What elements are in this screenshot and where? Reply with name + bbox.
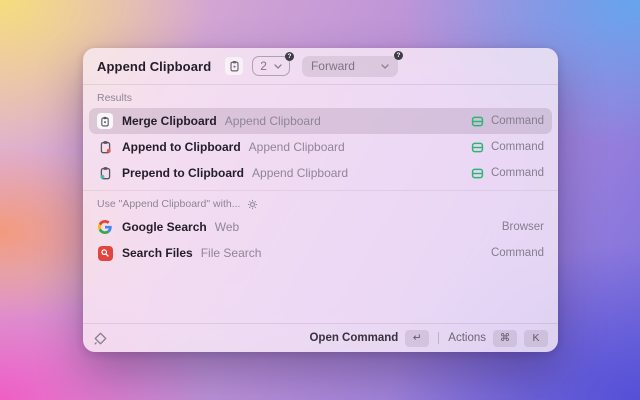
list-item-accessory-text: Command xyxy=(490,247,544,259)
count-dropdown-value: 2 xyxy=(260,59,267,73)
list-item-title: Prepend to Clipboard xyxy=(122,166,245,180)
list-item-accessory-text: Command xyxy=(490,167,544,179)
list-item-title: Search Files xyxy=(122,246,193,260)
desktop-background: Append Clipboard 2 ? Forward ? Results M… xyxy=(0,0,640,400)
command-type-icon xyxy=(471,142,484,152)
help-badge: ? xyxy=(284,52,294,61)
command-type-icon xyxy=(471,116,484,126)
open-command-button[interactable]: Open Command xyxy=(309,332,398,344)
list-item-accessories: Command xyxy=(491,247,544,259)
use-with-section-label-text: Use "Append Clipboard" with... xyxy=(97,198,241,210)
command-keycap: ⌘ xyxy=(493,329,517,347)
command-icon-box xyxy=(225,57,244,75)
list-item-accessories: Command xyxy=(471,115,544,128)
command-title: Append Clipboard xyxy=(97,58,212,74)
list-item-title: Merge Clipboard xyxy=(122,114,217,128)
list-item-accessories: Command xyxy=(471,167,544,180)
list-item-accessory-text: Browser xyxy=(501,221,544,233)
results-section-label: Results xyxy=(83,85,558,108)
clipboard-append-icon xyxy=(97,139,113,155)
list-item-accessory-text: Command xyxy=(490,141,544,153)
count-dropdown[interactable]: 2 ? xyxy=(252,52,294,76)
clipboard-box-icon xyxy=(97,113,113,129)
gear-icon[interactable] xyxy=(247,199,258,210)
chevron-down-icon xyxy=(274,63,282,69)
return-keycap: ↵ xyxy=(405,329,430,347)
direction-dropdown-value: Forward xyxy=(310,59,355,73)
results-list: Merge Clipboard Append Clipboard Command… xyxy=(83,108,558,186)
list-item-subtitle: Append Clipboard xyxy=(252,166,349,180)
list-item-subtitle: Append Clipboard xyxy=(248,140,345,154)
list-item-accessories: Browser xyxy=(502,221,544,233)
k-keycap: K xyxy=(524,329,548,347)
use-with-section-label: Use "Append Clipboard" with... xyxy=(83,191,558,214)
list-item-search-files[interactable]: Search Files File Search Command xyxy=(89,240,552,266)
actions-button[interactable]: Actions xyxy=(448,332,486,344)
results-section-label-text: Results xyxy=(97,92,133,104)
raycast-logo-icon xyxy=(94,332,107,345)
list-item-subtitle: File Search xyxy=(200,246,262,260)
list-item-title: Append to Clipboard xyxy=(122,140,241,154)
help-badge: ? xyxy=(393,50,403,60)
command-type-icon xyxy=(471,168,484,178)
list-item-prepend-to-clipboard[interactable]: Prepend to Clipboard Append Clipboard Co… xyxy=(89,160,552,186)
action-bar-right: Open Command ↵ Actions ⌘ K xyxy=(309,329,548,347)
list-item-google-search[interactable]: Google Search Web Browser xyxy=(89,214,552,240)
list-item-merge-clipboard[interactable]: Merge Clipboard Append Clipboard Command xyxy=(89,108,552,134)
use-with-list: Google Search Web Browser Search Files F… xyxy=(83,214,558,266)
file-search-icon xyxy=(97,245,113,261)
list-item-title: Google Search xyxy=(122,220,207,234)
list-item-subtitle: Append Clipboard xyxy=(224,114,321,128)
action-bar: Open Command ↵ Actions ⌘ K xyxy=(83,323,558,352)
chevron-down-icon xyxy=(381,63,389,69)
launcher-window: Append Clipboard 2 ? Forward ? Results M… xyxy=(83,48,558,352)
list-item-accessories: Command xyxy=(471,141,544,154)
clipboard-prepend-icon xyxy=(97,165,113,181)
list-item-append-to-clipboard[interactable]: Append to Clipboard Append Clipboard Com… xyxy=(89,134,552,160)
magnifier-icon xyxy=(101,249,109,257)
google-logo-icon xyxy=(97,219,113,235)
command-header: Append Clipboard 2 ? Forward ? xyxy=(83,48,558,85)
results-area: Results Merge Clipboard Append Clipboard… xyxy=(83,85,558,352)
direction-dropdown[interactable]: Forward ? xyxy=(301,50,403,77)
clipboard-icon xyxy=(230,60,239,72)
list-item-subtitle: Web xyxy=(214,220,240,234)
list-item-accessory-text: Command xyxy=(490,115,544,127)
divider xyxy=(438,332,440,344)
